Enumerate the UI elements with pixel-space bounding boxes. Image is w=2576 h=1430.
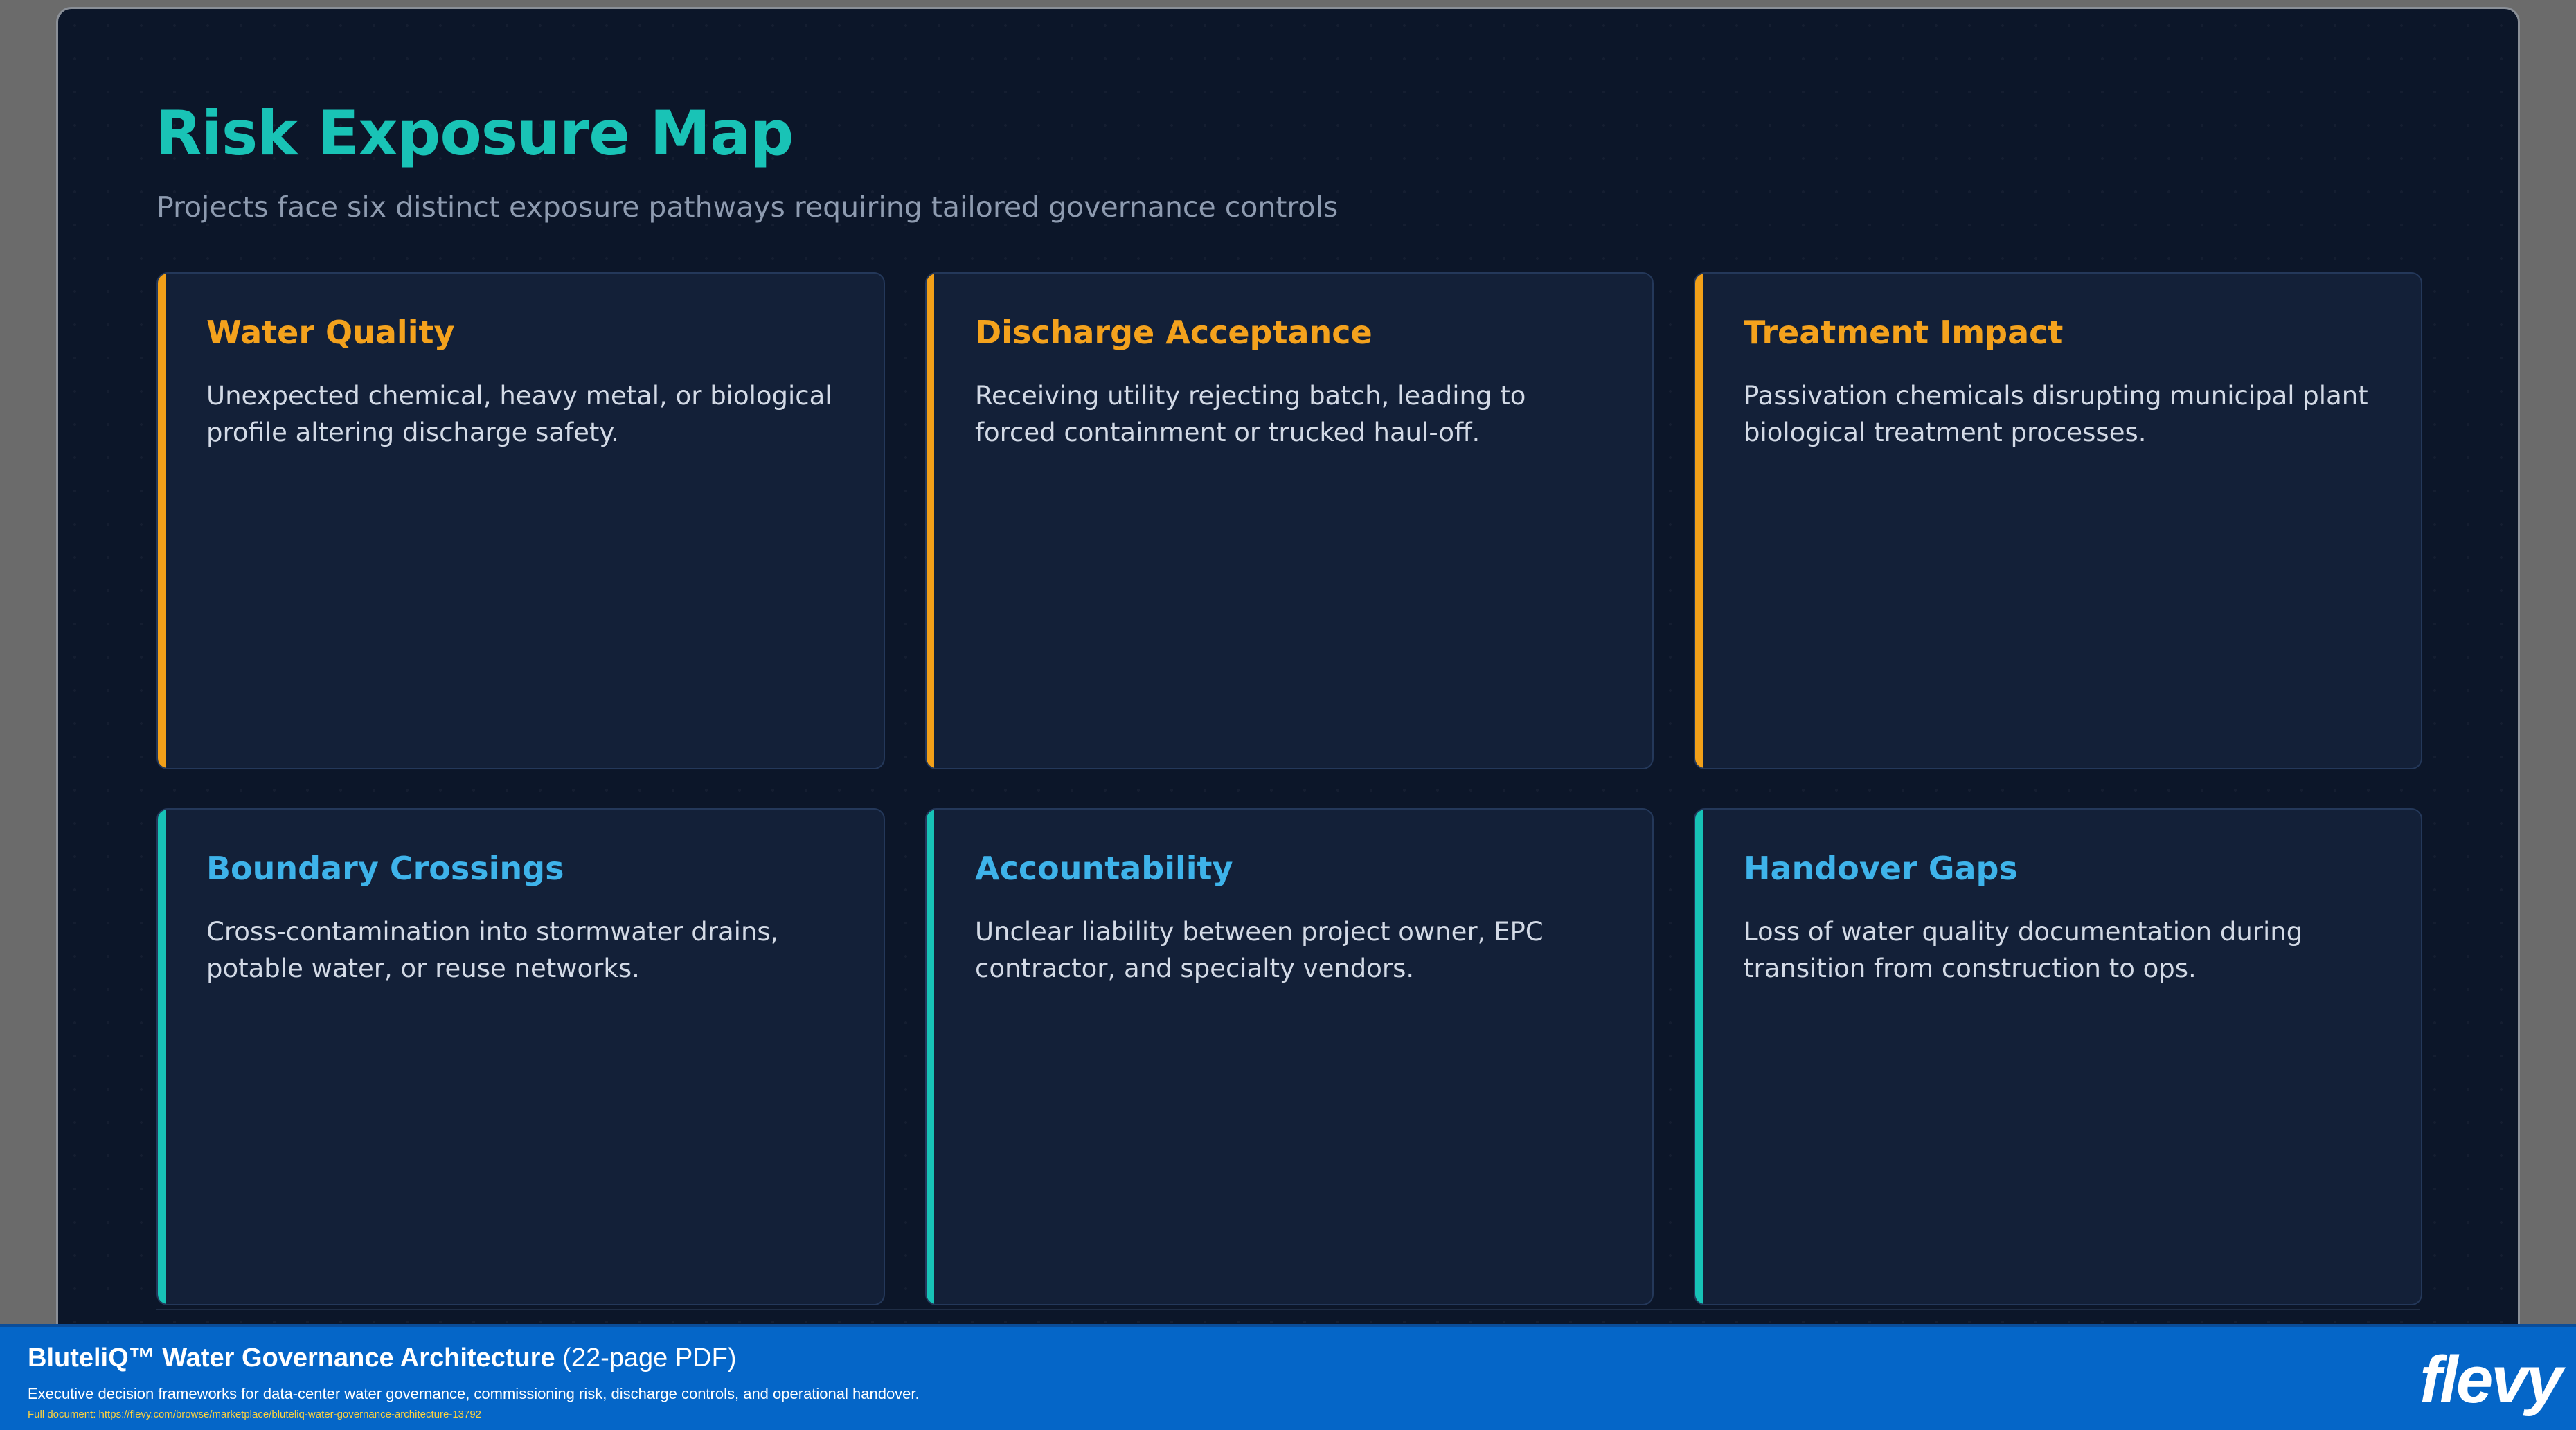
card-accent-bar (158, 810, 166, 1304)
card-title: Accountability (975, 850, 1233, 887)
flevy-logo[interactable]: flevy (2420, 1342, 2563, 1418)
card-body: Unclear liability between project owner,… (975, 917, 1544, 983)
risk-card-accountability: Accountability Unclear liability between… (925, 808, 1654, 1305)
banner-description: Executive decision frameworks for data-c… (28, 1385, 920, 1402)
card-body: Loss of water quality documentation duri… (1744, 917, 2303, 983)
page-subtitle: Projects face six distinct exposure path… (156, 190, 1339, 224)
card-body: Passivation chemicals disrupting municip… (1744, 381, 2368, 447)
card-title: Discharge Acceptance (975, 314, 1372, 351)
card-title: Handover Gaps (1744, 850, 2018, 887)
card-accent-bar (1695, 810, 1703, 1304)
risk-card-treatment-impact: Treatment Impact Passivation chemicals d… (1694, 272, 2422, 769)
banner-product-name: BluteliQ™ Water Governance Architecture (28, 1343, 555, 1373)
slide: Risk Exposure Map Projects face six dist… (56, 7, 2520, 1354)
divider (156, 1309, 2420, 1310)
page-title: Risk Exposure Map (155, 98, 794, 169)
risk-card-boundary-crossings: Boundary Crossings Cross-contamination i… (156, 808, 885, 1305)
risk-card-grid: Water Quality Unexpected chemical, heavy… (156, 272, 2422, 1305)
card-title: Boundary Crossings (206, 850, 564, 887)
risk-card-handover-gaps: Handover Gaps Loss of water quality docu… (1694, 808, 2422, 1305)
promo-banner[interactable]: BluteliQ™ Water Governance Architecture … (0, 1324, 2576, 1430)
card-body: Receiving utility rejecting batch, leadi… (975, 381, 1526, 447)
card-accent-bar (927, 274, 934, 768)
card-title: Treatment Impact (1744, 314, 2064, 351)
banner-document-link[interactable]: Full document: https://flevy.com/browse/… (28, 1409, 481, 1420)
card-accent-bar (927, 810, 934, 1304)
card-body: Cross-contamination into stormwater drai… (206, 917, 779, 983)
card-accent-bar (158, 274, 166, 768)
risk-card-discharge-acceptance: Discharge Acceptance Receiving utility r… (925, 272, 1654, 769)
banner-title[interactable]: BluteliQ™ Water Governance Architecture … (28, 1343, 737, 1373)
card-body: Unexpected chemical, heavy metal, or bio… (206, 381, 832, 447)
risk-card-water-quality: Water Quality Unexpected chemical, heavy… (156, 272, 885, 769)
banner-product-meta: (22-page PDF) (562, 1343, 737, 1373)
card-title: Water Quality (206, 314, 455, 351)
card-accent-bar (1695, 274, 1703, 768)
